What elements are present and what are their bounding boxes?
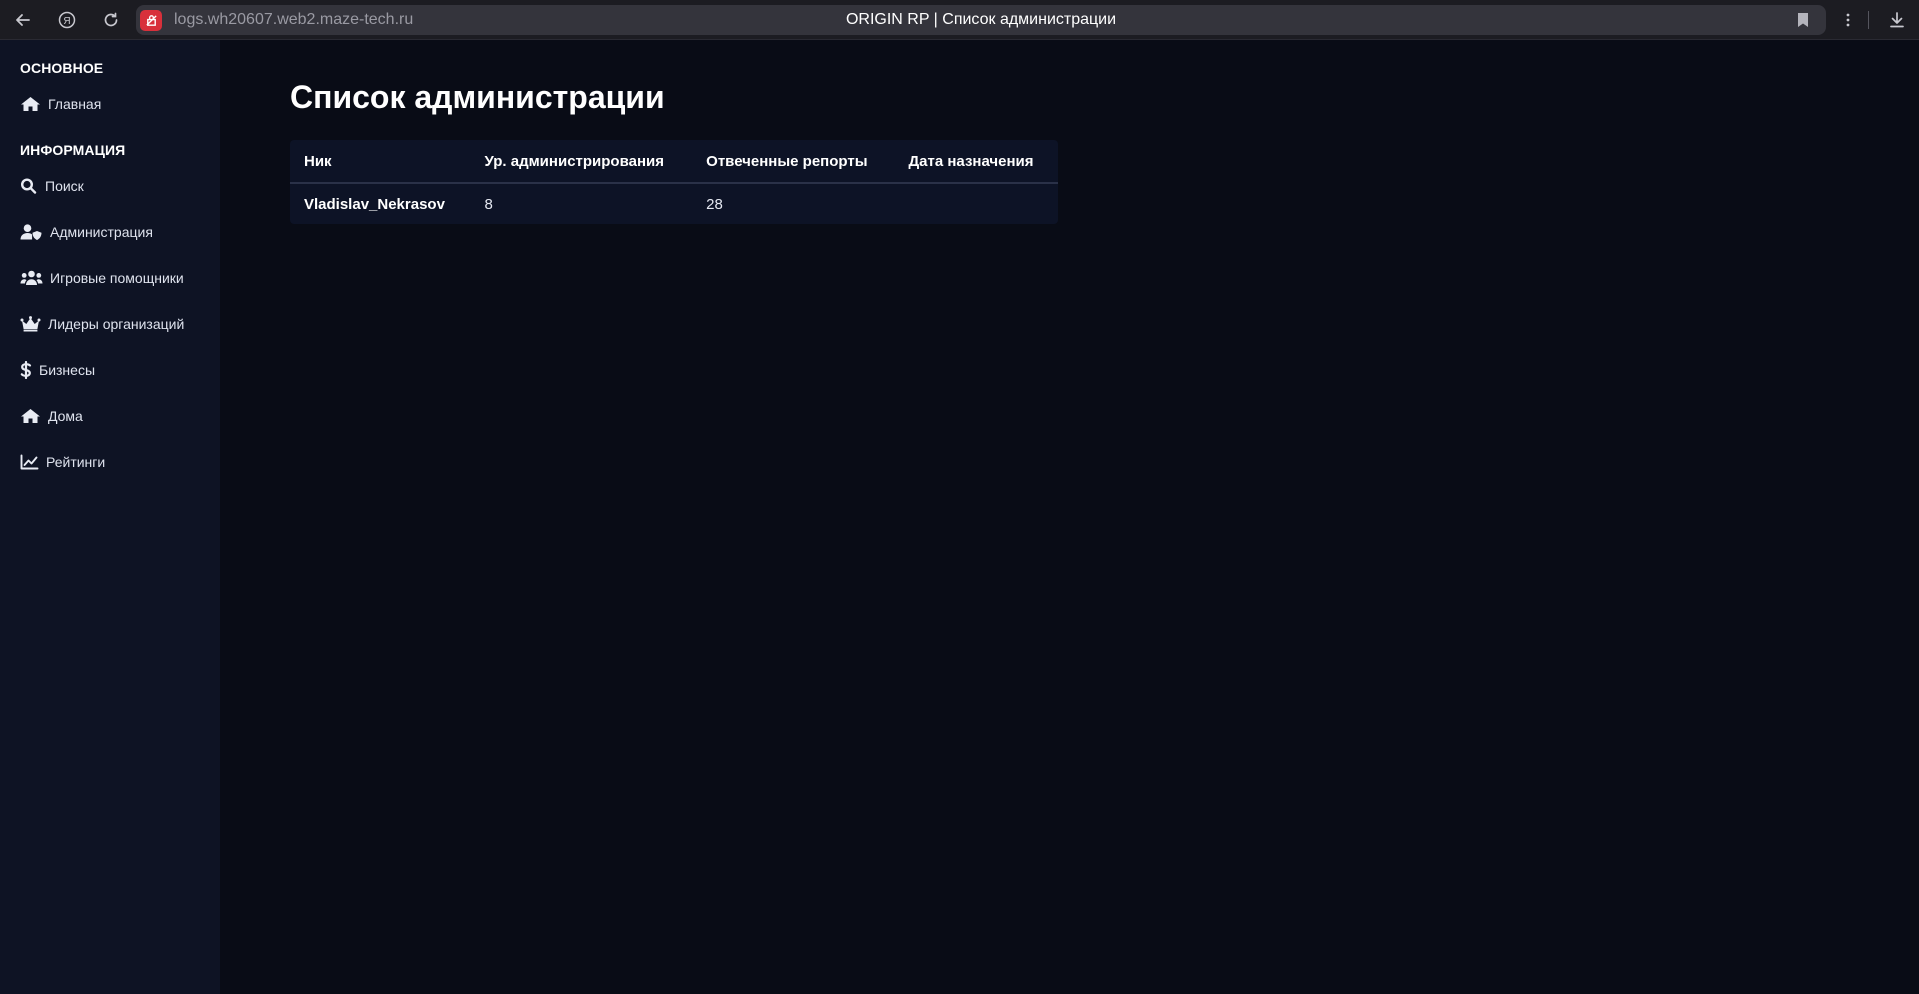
sidebar-heading-main: ОСНОВНОЕ — [20, 60, 104, 76]
sidebar-item-ratings[interactable]: Рейтинги — [20, 450, 105, 474]
admin-table: Ник Ур. администрирования Отвеченные реп… — [290, 140, 1058, 224]
cell-nick: Vladislav_Nekrasov — [304, 195, 445, 213]
cell-admin-level: 8 — [484, 195, 493, 213]
sidebar-item-administration[interactable]: Администрация — [20, 220, 153, 244]
sidebar-item-home[interactable]: Главная — [20, 92, 101, 116]
page-title: Список администрации — [290, 79, 665, 115]
sidebar-item-businesses[interactable]: Бизнесы — [20, 358, 95, 382]
back-arrow-icon[interactable] — [11, 8, 35, 32]
site-icon — [140, 10, 162, 31]
browser-toolbar: Я logs.wh20607.web2.maze-tech.ru ORIGIN … — [0, 0, 1919, 40]
home-icon — [20, 408, 41, 424]
sidebar-item-label: Бизнесы — [39, 362, 96, 378]
yandex-icon[interactable]: Я — [55, 8, 79, 32]
cell-answered-reports: 28 — [706, 195, 723, 213]
column-header-answered-reports: Отвеченные репорты — [692, 140, 895, 184]
svg-text:Я: Я — [63, 16, 70, 27]
crown-icon — [20, 316, 41, 332]
chart-line-icon — [20, 454, 39, 470]
dollar-icon — [20, 361, 32, 379]
url-text[interactable]: logs.wh20607.web2.maze-tech.ru — [174, 11, 413, 29]
sidebar-item-label: Поиск — [45, 178, 84, 194]
sidebar-item-game-helpers[interactable]: Игровые помощники — [20, 266, 184, 290]
sidebar-item-houses[interactable]: Дома — [20, 404, 83, 428]
reload-icon[interactable] — [99, 8, 123, 32]
search-icon — [20, 178, 38, 194]
column-header-admin-level: Ур. администрирования — [470, 140, 693, 184]
column-header-nick: Ник — [290, 140, 471, 184]
sidebar-heading-info: ИНФОРМАЦИЯ — [20, 142, 126, 158]
home-icon — [20, 96, 41, 112]
sidebar-item-search[interactable]: Поиск — [20, 174, 84, 198]
users-icon — [20, 270, 43, 286]
column-header-appointment-date: Дата назначения — [894, 140, 1058, 184]
sidebar: ОСНОВНОЕ Главная ИНФОРМАЦИЯ Поиск Админи… — [0, 40, 220, 994]
download-icon[interactable] — [1885, 8, 1909, 32]
table-row: Vladislav_Nekrasov 8 28 — [290, 183, 1058, 224]
sidebar-item-label: Рейтинги — [46, 454, 106, 470]
toolbar-divider — [1868, 11, 1869, 29]
more-icon[interactable] — [1836, 8, 1860, 32]
address-bar[interactable]: logs.wh20607.web2.maze-tech.ru ORIGIN RP… — [136, 5, 1826, 35]
sidebar-item-label: Лидеры организаций — [48, 316, 185, 332]
sidebar-item-label: Игровые помощники — [50, 270, 184, 286]
main-content: Список администрации Ник Ур. администрир… — [220, 40, 1919, 994]
sidebar-item-label: Главная — [48, 96, 102, 112]
bookmark-icon[interactable] — [1796, 12, 1812, 28]
table-header-row: Ник Ур. администрирования Отвеченные реп… — [290, 140, 1058, 184]
sidebar-item-label: Дома — [48, 408, 83, 424]
sidebar-item-org-leaders[interactable]: Лидеры организаций — [20, 312, 184, 336]
sidebar-item-label: Администрация — [50, 224, 153, 240]
user-shield-icon — [20, 224, 43, 240]
cell-appointment-date — [894, 183, 1058, 224]
